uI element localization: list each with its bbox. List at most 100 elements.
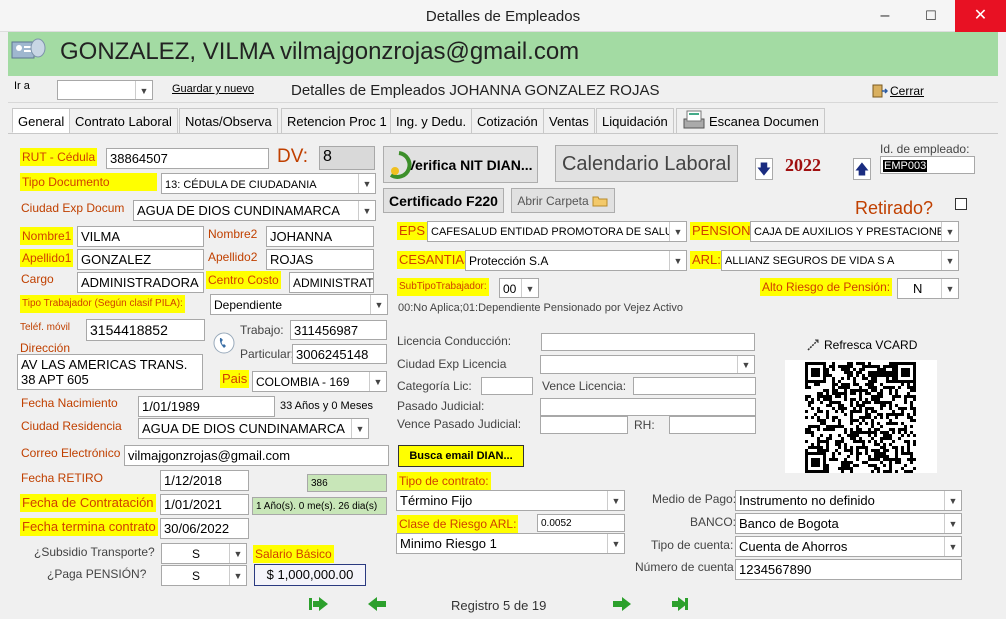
rh-field[interactable] (669, 416, 756, 434)
chevron-down-icon: ▼ (944, 491, 961, 510)
ciudad-lic-select[interactable]: ▼ (540, 355, 755, 374)
id-emp-field[interactable]: EMP003 (880, 156, 975, 174)
window-title: Detalles de Empleados (425, 8, 581, 25)
tipo-contrato-select[interactable]: Término Fijo ▼ (396, 490, 625, 511)
clase-riesgo-field[interactable]: 0.0052 (537, 514, 625, 532)
dv-field[interactable]: 8 (319, 146, 375, 170)
refresh-icon (806, 338, 820, 352)
particular-field[interactable]: 3006245148 (292, 344, 387, 364)
tipo-trab-select[interactable]: Dependiente ▼ (210, 294, 388, 315)
prev-record-icon[interactable] (367, 596, 387, 612)
correo-field[interactable]: vilmajgonzrojas@gmail.com (124, 445, 389, 466)
arl-select[interactable]: ALLIANZ SEGUROS DE VIDA S A ▼ (721, 250, 959, 271)
tab-ing-dedu[interactable]: Ing. y Dedu. (390, 108, 473, 133)
trabajo-label: Trabajo: (240, 323, 284, 337)
tipo-contrato-label: Tipo de contrato: (397, 472, 491, 490)
pasado-jud-field[interactable] (540, 398, 756, 416)
salario-label: Salario Básico (253, 545, 334, 563)
medio-pago-select[interactable]: Instrumento no definido ▼ (735, 490, 962, 511)
fecha-nac-field[interactable]: 1/01/1989 (138, 396, 275, 417)
refresca-vcard-button[interactable]: Refresca VCARD (824, 338, 917, 352)
rut-label: RUT - Cédula (20, 148, 98, 166)
tipo-doc-select[interactable]: 13: CÉDULA DE CIUDADANIA ▼ (161, 173, 376, 194)
apellido1-field[interactable]: GONZALEZ (77, 249, 204, 270)
centro-costo-label: Centro Costo (206, 271, 281, 289)
riesgo-select[interactable]: Minimo Riesgo 1 ▼ (396, 533, 625, 554)
apellido2-field[interactable]: ROJAS (266, 249, 374, 270)
minimize-button[interactable]: – (862, 0, 908, 32)
cesantias-select[interactable]: Protección S.A ▼ (465, 250, 687, 271)
fecha-contr-field[interactable]: 1/01/2021 (160, 494, 249, 515)
alto-riesgo-select[interactable]: N ▼ (897, 278, 959, 299)
vence-lic-field[interactable] (633, 377, 756, 395)
calendario-button[interactable]: Calendario Laboral (555, 145, 738, 182)
rut-field[interactable]: 38864507 (106, 148, 269, 169)
telef-field[interactable]: 3154418852 (86, 319, 205, 341)
lic-cond-field[interactable] (541, 333, 755, 351)
fecha-term-field[interactable]: 30/06/2022 (160, 518, 249, 539)
paga-pension-select[interactable]: S ▼ (161, 565, 247, 586)
cat-lic-field[interactable] (481, 377, 533, 395)
ciudad-exp-select[interactable]: AGUA DE DIOS CUNDINAMARCA ▼ (133, 200, 376, 221)
banco-select[interactable]: Banco de Bogota ▼ (735, 513, 962, 534)
vence-pasado-field[interactable] (540, 416, 628, 434)
pais-select[interactable]: COLOMBIA - 169 ▼ (252, 371, 387, 392)
ciudad-res-select[interactable]: AGUA DE DIOS CUNDINAMARCA ▼ (138, 418, 369, 439)
subtipo-label: SubTipoTrabajador: (397, 278, 489, 296)
id-emp-label: Id. de empleado: (880, 142, 970, 156)
maximize-button[interactable]: ☐ (908, 0, 954, 32)
lic-cond-label: Licencia Conducción: (397, 334, 512, 348)
direccion-field[interactable]: AV LAS AMERICAS TRANS. 38 APT 605 (17, 354, 203, 390)
tab-liquidacion[interactable]: Liquidación (596, 108, 674, 133)
trabajo-field[interactable]: 311456987 (290, 320, 387, 340)
subtipo-value: 00 (503, 282, 517, 296)
eps-select[interactable]: CAFESALUD ENTIDAD PROMOTORA DE SALUD ▼ (427, 221, 687, 242)
alto-riesgo-value: N (913, 281, 923, 296)
tab-contrato-laboral[interactable]: Contrato Laboral (69, 108, 178, 133)
num-cuenta-field[interactable]: 1234567890 (735, 559, 962, 580)
nombre2-field[interactable]: JOHANNA (266, 226, 374, 247)
close-button[interactable]: ✕ (955, 0, 1006, 32)
eps-value: CAFESALUD ENTIDAD PROMOTORA DE SALUD (431, 226, 681, 238)
fecha-term-label: Fecha termina contrato (20, 518, 158, 536)
tipo-cuenta-select[interactable]: Cuenta de Ahorros ▼ (735, 536, 962, 557)
vence-lic-label: Vence Licencia: (542, 379, 627, 393)
next-record-icon[interactable] (612, 596, 632, 612)
dias-retiro-box: 386 (307, 474, 387, 492)
subsidio-select[interactable]: S ▼ (161, 543, 247, 564)
particular-label: Particular: (240, 347, 295, 361)
cerrar-button[interactable]: Cerrar (890, 84, 924, 98)
certificado-f220-button[interactable]: Certificado F220 (383, 188, 504, 213)
phone-icon[interactable] (213, 332, 235, 354)
retirado-label: Retirado? (855, 198, 934, 218)
busca-email-button[interactable]: Busca email DIAN... (398, 445, 524, 467)
pension-select[interactable]: CAJA DE AUXILIOS Y PRESTACIONES ▼ (750, 221, 959, 242)
tab-ventas[interactable]: Ventas (543, 108, 595, 133)
salario-field[interactable]: $ 1,000,000.00 (254, 564, 366, 586)
tab-general[interactable]: General (12, 108, 71, 133)
record-counter: Registro 5 de 19 (451, 598, 547, 613)
tab-cotizacion[interactable]: Cotización (471, 108, 544, 133)
subsidio-label: ¿Subsidio Transporte? (34, 545, 155, 559)
nombre1-field[interactable]: VILMA (77, 226, 204, 247)
subtipo-select[interactable]: 00 ▼ (499, 278, 539, 298)
ir-a-select[interactable]: ▼ (57, 80, 153, 100)
last-record-icon[interactable] (667, 596, 689, 612)
year-up-arrow-icon[interactable]: 🡅 (853, 158, 871, 180)
tab-notas[interactable]: Notas/Observa (179, 108, 278, 133)
telef-label: Teléf. móvil (20, 322, 71, 333)
centro-costo-field[interactable]: ADMINISTRAT (289, 272, 374, 293)
ciudad-res-value: AGUA DE DIOS CUNDINAMARCA (142, 421, 345, 436)
chevron-down-icon: ▼ (358, 201, 375, 220)
tab-retencion[interactable]: Retencion Proc 1 (281, 108, 393, 133)
guardar-nuevo-button[interactable]: Guardar y nuevo (172, 83, 254, 95)
year-down-arrow-icon[interactable]: 🡇 (755, 158, 773, 180)
chevron-down-icon: ▼ (941, 251, 958, 270)
cargo-field[interactable]: ADMINISTRADORA (77, 272, 204, 293)
retirado-checkbox[interactable] (955, 198, 967, 210)
ciudad-exp-value: AGUA DE DIOS CUNDINAMARCA (137, 203, 340, 218)
first-record-icon[interactable] (308, 596, 330, 612)
vcard-qr-code (785, 360, 937, 473)
chevron-down-icon: ▼ (669, 222, 686, 241)
fecha-retiro-field[interactable]: 1/12/2018 (160, 470, 249, 491)
